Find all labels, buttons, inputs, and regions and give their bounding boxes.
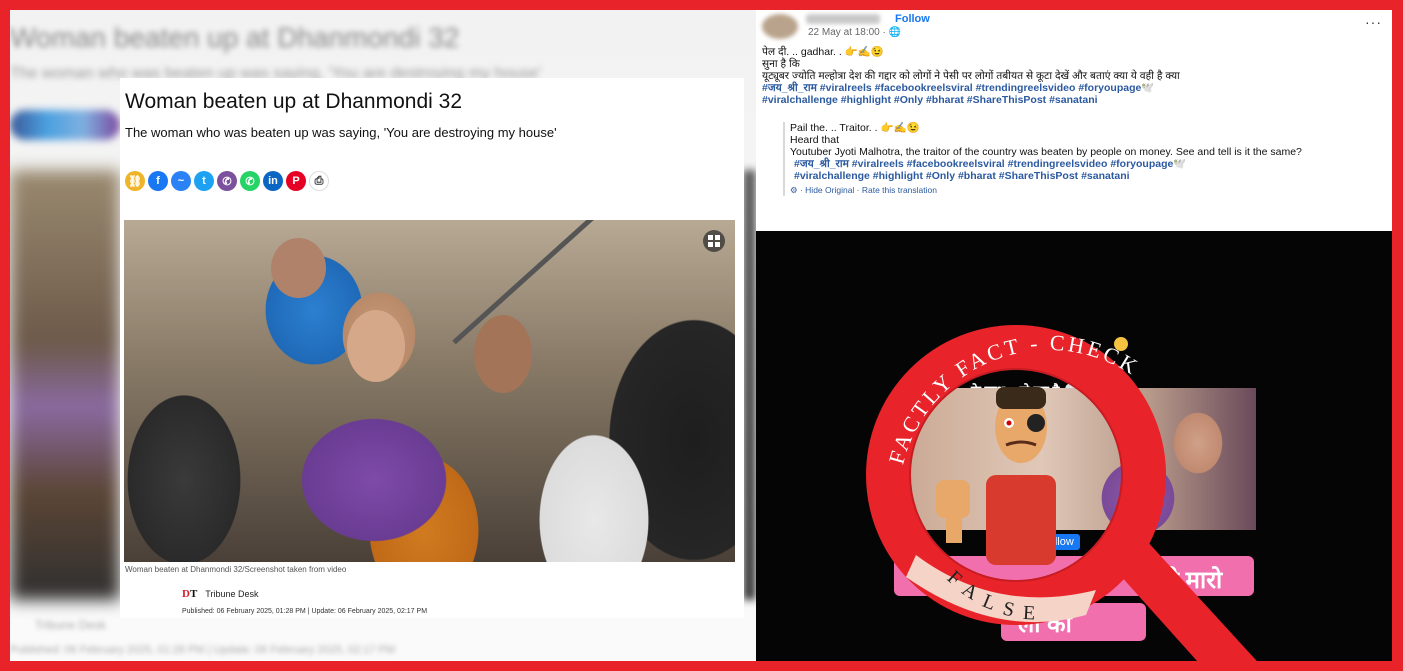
video-frame xyxy=(898,388,1256,530)
messenger-icon[interactable]: ~ xyxy=(171,171,191,191)
facebook-icon[interactable]: f xyxy=(148,171,168,191)
news-article-panel: Woman beaten up at Dhanmondi 32 The woma… xyxy=(10,10,756,661)
article-title: Woman beaten up at Dhanmondi 32 xyxy=(125,90,463,113)
post-translation: Pail the. .. Traitor. . 👉✍️😉 Heard that … xyxy=(783,122,1390,196)
copy-link-icon[interactable]: ⛓ xyxy=(125,171,145,191)
linkedin-icon[interactable]: in xyxy=(263,171,283,191)
outlet-logo: DT xyxy=(182,588,197,600)
photo-person xyxy=(474,315,532,393)
post-original-text: पेल दी. .. gadhar. . 👉✍️😉 सुना है कि यूट… xyxy=(762,46,1386,106)
article-photo[interactable] xyxy=(124,220,735,562)
poster-name-redacted[interactable] xyxy=(806,14,880,24)
hashtags[interactable]: #जय_श्री_राम #viralreels #facebookreelsv… xyxy=(762,82,1386,94)
translation-line: Heard that xyxy=(790,134,840,146)
hide-original-link[interactable]: ⚙ · Hide Original · Rate this translatio… xyxy=(790,184,1390,196)
gallery-icon[interactable] xyxy=(703,230,725,252)
print-icon[interactable]: ⎙ xyxy=(309,171,329,191)
blurred-title: Woman beaten up at Dhanmondi 32 xyxy=(10,22,460,53)
byline: DT Tribune Desk xyxy=(182,588,258,600)
emoji-icon xyxy=(1114,337,1128,351)
translation-line: Youtuber Jyoti Malhotra, the traitor of … xyxy=(790,146,1302,158)
post-timestamp[interactable]: 22 May at 18:00 · 🌐 xyxy=(808,27,901,38)
outlet-logo-t: T xyxy=(189,588,198,600)
translation-line: Pail the. .. Traitor. . 👉✍️😉 xyxy=(790,122,920,134)
blurred-share-icons xyxy=(10,110,120,140)
post-video[interactable]: ज्योति म... के साथ... हो रहा है 💀😂 Follo… xyxy=(756,231,1392,661)
viber-icon[interactable]: ✆ xyxy=(217,171,237,191)
facebook-post: Follow 22 May at 18:00 · 🌐 ··· पेल दी. .… xyxy=(756,10,1392,231)
twitter-icon[interactable]: t xyxy=(194,171,214,191)
hashtags[interactable]: #viralchallenge #highlight #Only #bharat… xyxy=(790,170,1390,182)
video-follow-badge: Follow xyxy=(1036,534,1080,550)
article-subtitle: The woman who was beaten up was saying, … xyxy=(125,125,557,140)
photo-caption: Woman beaten at Dhanmondi 32/Screenshot … xyxy=(125,565,347,574)
video-caption-text: ोली मारो xyxy=(1136,567,1223,594)
blurred-photo-edge xyxy=(10,170,120,600)
pinterest-icon[interactable]: P xyxy=(286,171,306,191)
hashtags[interactable]: #जय_श्री_राम #viralreels #facebookreelsv… xyxy=(790,158,1390,170)
follow-button[interactable]: Follow xyxy=(895,13,930,25)
post-line: सुना है कि xyxy=(762,58,800,70)
article-card: Woman beaten up at Dhanmondi 32 The woma… xyxy=(120,78,744,618)
photo-woman xyxy=(347,310,405,382)
whatsapp-icon[interactable]: ✆ xyxy=(240,171,260,191)
outlet-logo-d: D xyxy=(182,588,190,600)
more-options-icon[interactable]: ··· xyxy=(1365,14,1382,30)
post-line: यूट्यूबर ज्योति मल्होत्रा देश की गद्दार … xyxy=(762,70,1180,82)
post-line: पेल दी. .. gadhar. . 👉✍️😉 xyxy=(762,46,884,58)
blurred-photo-edge-right xyxy=(743,170,756,600)
video-caption-text: ली को xyxy=(1018,611,1072,638)
blurred-published: Published: 06 February 2025, 01:28 PM | … xyxy=(10,644,396,656)
photo-stick xyxy=(452,220,627,345)
photo-person xyxy=(271,238,326,298)
publish-dates: Published: 06 February 2025, 01:28 PM | … xyxy=(182,608,428,615)
hashtags[interactable]: #viralchallenge #highlight #Only #bharat… xyxy=(762,94,1386,106)
blurred-author: Tribune Desk xyxy=(35,618,106,632)
share-bar: ⛓ f ~ t ✆ ✆ in P ⎙ xyxy=(125,171,329,193)
avatar[interactable] xyxy=(762,14,798,39)
author-name[interactable]: Tribune Desk xyxy=(205,589,258,599)
facebook-post-panel: Follow 22 May at 18:00 · 🌐 ··· पेल दी. .… xyxy=(756,10,1392,661)
